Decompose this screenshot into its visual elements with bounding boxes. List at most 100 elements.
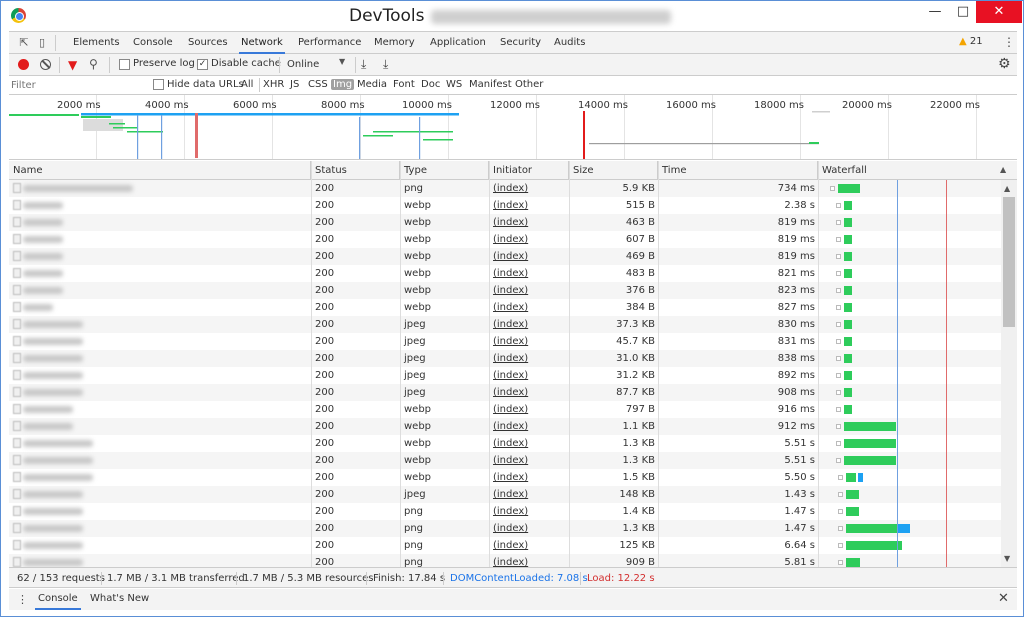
tab-sources[interactable]: Sources — [186, 32, 230, 54]
filter-type-img[interactable]: Img — [331, 79, 355, 90]
waterfall-bar[interactable] — [844, 269, 852, 278]
filter-type-media[interactable]: Media — [355, 79, 389, 90]
filter-type-css[interactable]: CSS — [306, 79, 330, 90]
cell-initiator[interactable]: (index) — [489, 384, 569, 401]
filter-type-manifest[interactable]: Manifest — [467, 79, 514, 90]
minimize-button[interactable]: — — [921, 1, 949, 23]
cell-initiator[interactable]: (index) — [489, 180, 569, 197]
preserve-log-checkbox[interactable] — [119, 59, 130, 70]
drawer-tab-whats-new[interactable]: What's New — [87, 589, 152, 610]
search-icon[interactable]: ⚲ — [89, 57, 98, 71]
scrollbar-thumb[interactable] — [1003, 197, 1015, 327]
cell-initiator[interactable]: (index) — [489, 333, 569, 350]
table-row[interactable]: 200 webp (index) 463 B 819 ms — [9, 214, 1001, 231]
waterfall-bar[interactable] — [844, 286, 852, 295]
filter-input[interactable] — [11, 78, 143, 93]
table-row[interactable]: 200 png (index) 5.9 KB 734 ms — [9, 180, 1001, 197]
tab-elements[interactable]: Elements — [71, 32, 122, 54]
tab-audits[interactable]: Audits — [552, 32, 587, 54]
maximize-button[interactable]: □ — [949, 1, 977, 23]
tab-performance[interactable]: Performance — [296, 32, 363, 54]
table-row[interactable]: 200 webp (index) 1.3 KB 5.51 s — [9, 452, 1001, 469]
waterfall-bar[interactable] — [846, 507, 859, 516]
table-row[interactable]: 200 jpeg (index) 148 KB 1.43 s — [9, 486, 1001, 503]
waterfall-bar[interactable] — [844, 235, 852, 244]
cell-initiator[interactable]: (index) — [489, 452, 569, 469]
filter-type-ws[interactable]: WS — [444, 79, 464, 90]
cell-initiator[interactable]: (index) — [489, 248, 569, 265]
filter-funnel-icon[interactable]: ▼ — [68, 58, 77, 72]
filter-type-doc[interactable]: Doc — [419, 79, 442, 90]
table-row[interactable]: 200 png (index) 1.3 KB 1.47 s — [9, 520, 1001, 537]
waterfall-bar[interactable] — [844, 422, 896, 431]
waterfall-bar[interactable] — [844, 456, 896, 465]
column-header-waterfall[interactable]: Waterfall — [818, 161, 998, 180]
waterfall-bar[interactable] — [844, 337, 852, 346]
scroll-up-icon[interactable]: ▲ — [1004, 184, 1010, 193]
drawer-tab-console[interactable]: Console — [35, 589, 81, 610]
drawer-menu-icon[interactable]: ⋮ — [17, 593, 28, 606]
filter-type-js[interactable]: JS — [288, 79, 301, 90]
column-header-name[interactable]: Name — [9, 161, 311, 180]
filter-type-font[interactable]: Font — [391, 79, 417, 90]
cell-initiator[interactable]: (index) — [489, 350, 569, 367]
table-row[interactable]: 200 webp (index) 376 B 823 ms — [9, 282, 1001, 299]
table-row[interactable]: 200 jpeg (index) 37.3 KB 830 ms — [9, 316, 1001, 333]
more-options-icon[interactable]: ⋮ — [1003, 35, 1015, 49]
waterfall-bar[interactable] — [844, 405, 852, 414]
table-row[interactable]: 200 jpeg (index) 87.7 KB 908 ms — [9, 384, 1001, 401]
warnings-counter[interactable]: ▲ 21 — [959, 36, 983, 47]
waterfall-bar[interactable] — [844, 252, 852, 261]
cell-initiator[interactable]: (index) — [489, 231, 569, 248]
gear-icon[interactable]: ⚙ — [998, 56, 1011, 72]
export-har-icon[interactable]: ⤓ — [383, 57, 388, 72]
cell-initiator[interactable]: (index) — [489, 486, 569, 503]
tab-memory[interactable]: Memory — [372, 32, 417, 54]
table-row[interactable]: 200 webp (index) 1.1 KB 912 ms — [9, 418, 1001, 435]
waterfall-bar[interactable] — [846, 490, 859, 499]
cell-initiator[interactable]: (index) — [489, 316, 569, 333]
filter-type-other[interactable]: Other — [513, 79, 545, 90]
cell-initiator[interactable]: (index) — [489, 282, 569, 299]
table-row[interactable]: 200 webp (index) 607 B 819 ms — [9, 231, 1001, 248]
table-row[interactable]: 200 png (index) 125 KB 6.64 s — [9, 537, 1001, 554]
waterfall-bar[interactable] — [844, 439, 896, 448]
waterfall-bar[interactable] — [846, 524, 898, 533]
waterfall-bar[interactable] — [844, 371, 852, 380]
cell-initiator[interactable]: (index) — [489, 435, 569, 452]
cell-initiator[interactable]: (index) — [489, 469, 569, 486]
waterfall-bar[interactable] — [844, 218, 852, 227]
cell-initiator[interactable]: (index) — [489, 401, 569, 418]
table-row[interactable]: 200 png (index) 1.4 KB 1.47 s — [9, 503, 1001, 520]
timeline-overview[interactable]: 2000 ms 4000 ms 6000 ms 8000 ms 10000 ms… — [9, 95, 1017, 160]
waterfall-bar[interactable] — [846, 473, 856, 482]
close-window-button[interactable]: ✕ — [976, 1, 1022, 23]
table-row[interactable]: 200 webp (index) 384 B 827 ms — [9, 299, 1001, 316]
record-icon[interactable] — [18, 59, 29, 70]
tab-security[interactable]: Security — [498, 32, 543, 54]
import-har-icon[interactable]: ⤓ — [361, 57, 366, 72]
column-header-time[interactable]: Time — [658, 161, 818, 180]
table-row[interactable]: 200 png (index) 909 B 5.81 s — [9, 554, 1001, 567]
filter-type-xhr[interactable]: XHR — [261, 79, 286, 90]
cell-initiator[interactable]: (index) — [489, 520, 569, 537]
waterfall-bar[interactable] — [846, 541, 902, 550]
disable-cache-checkbox[interactable]: ✓ — [197, 59, 208, 70]
table-row[interactable]: 200 jpeg (index) 45.7 KB 831 ms — [9, 333, 1001, 350]
column-header-status[interactable]: Status — [311, 161, 400, 180]
cell-initiator[interactable]: (index) — [489, 503, 569, 520]
waterfall-bar[interactable] — [844, 320, 852, 329]
cell-initiator[interactable]: (index) — [489, 197, 569, 214]
table-row[interactable]: 200 webp (index) 1.3 KB 5.51 s — [9, 435, 1001, 452]
waterfall-bar[interactable] — [844, 388, 852, 397]
cell-initiator[interactable]: (index) — [489, 214, 569, 231]
cell-initiator[interactable]: (index) — [489, 299, 569, 316]
column-header-size[interactable]: Size — [569, 161, 658, 180]
cell-initiator[interactable]: (index) — [489, 265, 569, 282]
close-drawer-icon[interactable]: ✕ — [998, 591, 1009, 606]
waterfall-bar[interactable] — [844, 354, 852, 363]
table-row[interactable]: 200 webp (index) 797 B 916 ms — [9, 401, 1001, 418]
table-row[interactable]: 200 webp (index) 515 B 2.38 s — [9, 197, 1001, 214]
table-row[interactable]: 200 webp (index) 1.5 KB 5.50 s — [9, 469, 1001, 486]
table-row[interactable]: 200 webp (index) 483 B 821 ms — [9, 265, 1001, 282]
